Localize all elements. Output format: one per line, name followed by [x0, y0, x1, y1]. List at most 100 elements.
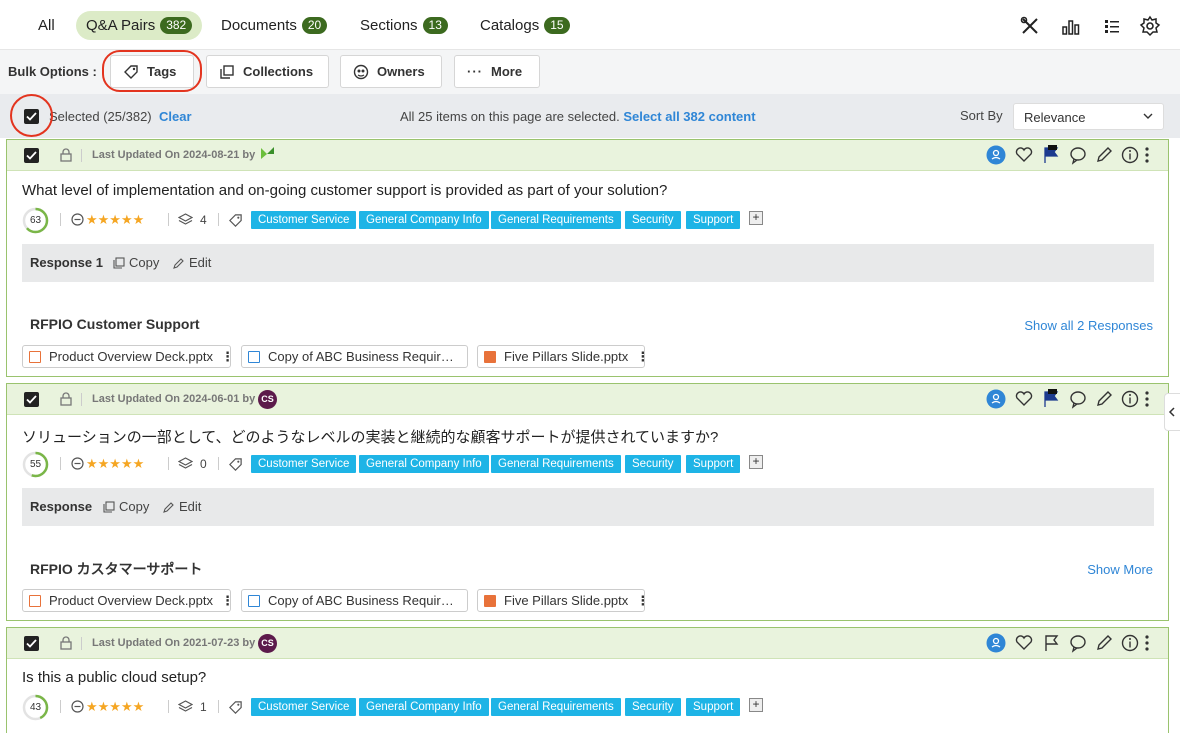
kebab-menu-icon[interactable]: ⋮ — [462, 593, 467, 609]
card-checkbox[interactable] — [24, 392, 39, 407]
tag-chip[interactable]: Security — [625, 211, 681, 229]
pencil-icon[interactable] — [1094, 389, 1114, 409]
tag-chip[interactable]: General Company Info — [359, 698, 489, 716]
info-icon[interactable] — [1120, 145, 1140, 165]
kebab-menu-icon[interactable]: ⋮ — [462, 349, 467, 365]
tag-chip[interactable]: General Requirements — [491, 455, 621, 473]
sort-by-select[interactable]: Relevance — [1013, 103, 1164, 130]
attachment-chip[interactable]: Copy of ABC Business Requir… ⋮ — [241, 345, 468, 368]
edit-button[interactable]: Edit — [173, 255, 211, 270]
qa-card[interactable]: Last Updated On 2021-07-23 by CS Is this… — [6, 627, 1169, 733]
tab-label: Catalogs — [480, 17, 540, 34]
select-all-checkbox[interactable] — [24, 109, 39, 124]
clear-selection-link[interactable]: Clear — [159, 109, 192, 124]
tag-chip[interactable]: General Company Info — [359, 455, 489, 473]
heart-icon[interactable] — [1014, 633, 1034, 653]
kebab-menu-icon[interactable] — [1142, 633, 1152, 653]
kebab-menu-icon[interactable]: ⋮ — [221, 593, 230, 609]
attachment-chip[interactable]: Product Overview Deck.pptx ⋮ — [22, 589, 231, 612]
question-text[interactable]: ソリューションの一部として、どのようなレベルの実装と継続的な顧客サポートが提供さ… — [22, 426, 718, 447]
assignee-icon[interactable] — [986, 389, 1006, 409]
more-button[interactable]: ··· More — [454, 55, 540, 88]
lock-icon[interactable] — [59, 392, 73, 406]
collections-button[interactable]: Collections — [206, 55, 329, 88]
kebab-menu-icon[interactable] — [1142, 389, 1152, 409]
score-value: 63 — [29, 215, 42, 226]
response-tab[interactable]: Response 1 — [30, 255, 103, 270]
flag-icon[interactable] — [1041, 145, 1061, 165]
star-rating[interactable]: ★★★★★ — [86, 699, 144, 715]
question-text[interactable]: Is this a public cloud setup? — [22, 669, 206, 686]
tab-qa-pairs[interactable]: Q&A Pairs 382 — [76, 11, 203, 40]
bar-chart-icon[interactable] — [1060, 15, 1082, 37]
qa-card[interactable]: Last Updated On 2024-08-21 by What level… — [6, 139, 1169, 377]
info-icon[interactable] — [1120, 633, 1140, 653]
lock-icon[interactable] — [59, 148, 73, 162]
heart-icon[interactable] — [1014, 389, 1034, 409]
tag-chip[interactable]: Support — [686, 211, 741, 229]
tools-icon[interactable] — [1019, 15, 1041, 37]
answer-text: RFPIO カスタマーサポート — [30, 561, 203, 577]
pencil-icon[interactable] — [1094, 633, 1114, 653]
show-more-link[interactable]: Show More — [1087, 562, 1153, 577]
tag-chip[interactable]: Customer Service — [251, 455, 357, 473]
tag-chip[interactable]: General Company Info — [359, 211, 489, 229]
edit-label: Edit — [189, 255, 212, 270]
tag-chip[interactable]: Support — [686, 698, 741, 716]
comment-icon[interactable] — [1068, 633, 1088, 653]
tag-chip[interactable]: Customer Service — [251, 211, 357, 229]
attachment-chip[interactable]: Product Overview Deck.pptx ⋮ — [22, 345, 231, 368]
add-tag-button[interactable]: + — [749, 211, 763, 225]
tab-all[interactable]: All — [28, 11, 65, 40]
tab-documents[interactable]: Documents 20 — [211, 11, 337, 40]
tag-chip[interactable]: Customer Service — [251, 698, 357, 716]
comment-icon[interactable] — [1068, 145, 1088, 165]
lock-icon[interactable] — [59, 636, 73, 650]
tag-chip[interactable]: General Requirements — [491, 211, 621, 229]
pencil-icon[interactable] — [1094, 145, 1114, 165]
attachment-chip[interactable]: Five Pillars Slide.pptx ⋮ — [477, 589, 645, 612]
show-all-responses-link[interactable]: Show all 2 Responses — [1024, 318, 1153, 333]
avatar[interactable]: CS — [258, 634, 277, 653]
kebab-menu-icon[interactable]: ⋮ — [221, 349, 230, 365]
qa-card[interactable]: Last Updated On 2024-06-01 by CS ソリューション… — [6, 383, 1169, 621]
star-rating[interactable]: ★★★★★ — [86, 456, 144, 472]
list-filter-icon[interactable] — [1101, 15, 1123, 37]
tag-chip[interactable]: Security — [625, 455, 681, 473]
heart-icon[interactable] — [1014, 145, 1034, 165]
owners-button[interactable]: Owners — [340, 55, 442, 88]
question-text[interactable]: What level of implementation and on-goin… — [22, 182, 667, 199]
gear-icon[interactable] — [1139, 15, 1161, 37]
kebab-menu-icon[interactable]: ⋮ — [636, 349, 644, 365]
tag-chip[interactable]: General Requirements — [491, 698, 621, 716]
assignee-icon[interactable] — [986, 633, 1006, 653]
star-rating[interactable]: ★★★★★ — [86, 212, 144, 228]
side-panel-toggle[interactable] — [1164, 393, 1180, 431]
card-checkbox[interactable] — [24, 636, 39, 651]
info-icon[interactable] — [1120, 389, 1140, 409]
tag-chip[interactable]: Support — [686, 455, 741, 473]
card-checkbox[interactable] — [24, 148, 39, 163]
attachment-chip[interactable]: Five Pillars Slide.pptx ⋮ — [477, 345, 645, 368]
flag-icon[interactable] — [1041, 389, 1061, 409]
tag-chip[interactable]: Security — [625, 698, 681, 716]
tab-catalogs[interactable]: Catalogs 15 — [470, 11, 580, 40]
tab-sections[interactable]: Sections 13 — [350, 11, 458, 40]
select-all-content-link[interactable]: Select all 382 content — [623, 109, 755, 124]
copy-button[interactable]: Copy — [113, 255, 159, 270]
edit-button[interactable]: Edit — [163, 499, 201, 514]
avatar[interactable]: CS — [258, 390, 277, 409]
add-tag-button[interactable]: + — [749, 455, 763, 469]
tags-button[interactable]: Tags — [110, 55, 194, 88]
copy-button[interactable]: Copy — [103, 499, 149, 514]
kebab-menu-icon[interactable]: ⋮ — [636, 593, 644, 609]
attachment-chip[interactable]: Copy of ABC Business Requir… ⋮ — [241, 589, 468, 612]
add-tag-button[interactable]: + — [749, 698, 763, 712]
response-bar: Response Copy Edit — [22, 488, 1154, 526]
response-tab[interactable]: Response — [30, 499, 92, 514]
flag-outline-icon[interactable] — [1041, 633, 1061, 653]
comment-icon[interactable] — [1068, 389, 1088, 409]
assignee-icon[interactable] — [986, 145, 1006, 165]
divider — [81, 637, 82, 650]
kebab-menu-icon[interactable] — [1142, 145, 1152, 165]
